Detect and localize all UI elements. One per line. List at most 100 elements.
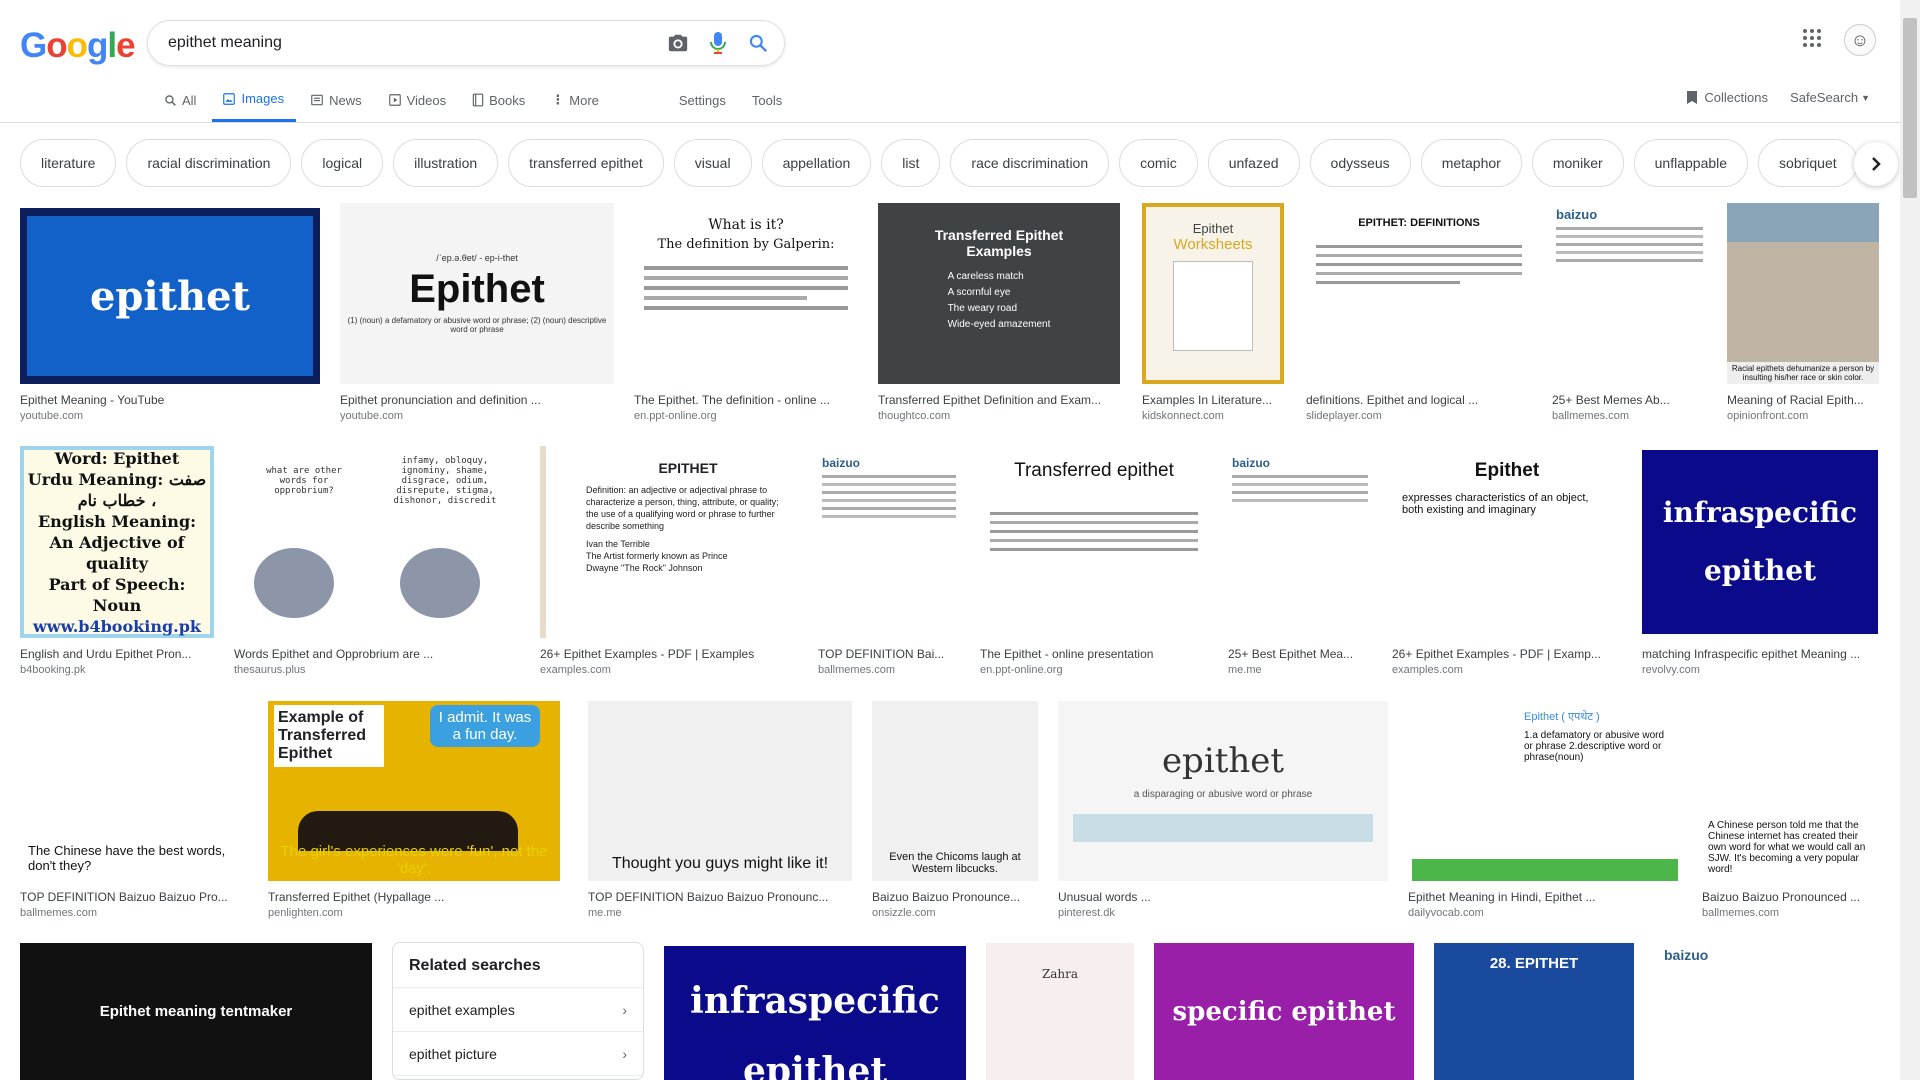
result-source[interactable]: me.me <box>588 907 852 919</box>
chip[interactable]: moniker <box>1531 139 1624 187</box>
image-result[interactable]: what are other words for opprobrium? inf… <box>234 446 520 676</box>
result-thumbnail[interactable]: 28. EPITHET <box>1434 943 1634 1080</box>
result-caption[interactable]: Words Epithet and Opprobrium are ... <box>234 646 520 662</box>
image-result[interactable]: Example of Transferred Epithet I admit. … <box>268 701 560 919</box>
avatar[interactable]: ☺ <box>1844 24 1876 56</box>
result-caption[interactable]: Epithet Meaning - YouTube <box>20 392 320 408</box>
result-caption[interactable]: TOP DEFINITION Bai... <box>818 646 960 662</box>
result-thumbnail[interactable]: Transferred Epithet Examples A careless … <box>878 203 1120 384</box>
result-source[interactable]: thesaurus.plus <box>234 664 520 676</box>
result-caption[interactable]: TOP DEFINITION Baizuo Baizuo Pronounc... <box>588 889 852 905</box>
chip[interactable]: unfazed <box>1207 139 1300 187</box>
image-result[interactable]: infraspecific epithet matching Infraspec… <box>1642 446 1878 676</box>
result-caption[interactable]: English and Urdu Epithet Pron... <box>20 646 214 662</box>
result-thumbnail[interactable]: baizuo <box>818 446 960 638</box>
image-result[interactable]: baizuo <box>1654 943 1878 1080</box>
image-result[interactable]: What is it? The definition by Galperin: … <box>634 203 858 422</box>
settings-link[interactable]: Settings <box>679 90 738 122</box>
result-source[interactable]: youtube.com <box>20 410 320 422</box>
result-thumbnail[interactable]: Racial epithets dehumanize a person by i… <box>1727 203 1879 384</box>
result-thumbnail[interactable]: EPITHET Definition: an adjective or adje… <box>540 446 798 638</box>
image-result[interactable]: Epithet meaning tentmaker <box>20 943 372 1080</box>
result-source[interactable]: ballmemes.com <box>1552 410 1707 422</box>
chip[interactable]: list <box>881 139 941 187</box>
result-caption[interactable]: Epithet pronunciation and definition ... <box>340 392 614 408</box>
result-thumbnail[interactable]: Example of Transferred Epithet I admit. … <box>268 701 560 881</box>
image-result[interactable]: epithet a disparaging or abusive word or… <box>1058 701 1388 919</box>
result-thumbnail[interactable]: specific epithet <box>1154 943 1414 1080</box>
result-source[interactable]: ballmemes.com <box>818 664 960 676</box>
result-source[interactable]: youtube.com <box>340 410 614 422</box>
tab-images[interactable]: Images <box>212 90 297 122</box>
result-source[interactable]: b4booking.pk <box>20 664 214 676</box>
related-search-item[interactable]: epithet picture › <box>393 1032 643 1076</box>
chip[interactable]: racial discrimination <box>126 139 292 187</box>
result-source[interactable]: dailyvocab.com <box>1408 907 1682 919</box>
chip[interactable]: visual <box>673 139 752 187</box>
image-result[interactable]: The Chinese have the best words, don't t… <box>20 701 244 919</box>
tab-more[interactable]: ⋮ More <box>551 90 611 122</box>
result-caption[interactable]: Examples In Literature... <box>1142 392 1284 408</box>
image-result[interactable]: epithet Epithet Meaning - YouTube youtub… <box>20 208 320 422</box>
result-caption[interactable]: matching Infraspecific epithet Meaning .… <box>1642 646 1878 662</box>
chip[interactable]: sobriquet <box>1758 139 1858 187</box>
result-thumbnail[interactable]: baizuo <box>1654 943 1878 1080</box>
result-thumbnail[interactable]: epithet <box>20 208 320 384</box>
image-result[interactable]: Racial epithets dehumanize a person by i… <box>1727 203 1879 422</box>
result-thumbnail[interactable]: EPITHET: DEFINITIONS <box>1306 203 1532 384</box>
image-result[interactable]: Epithet expresses characteristics of an … <box>1392 446 1622 676</box>
result-source[interactable]: examples.com <box>540 664 798 676</box>
result-caption[interactable]: 26+ Epithet Examples - PDF | Examples <box>540 646 798 662</box>
result-caption[interactable]: 26+ Epithet Examples - PDF | Examp... <box>1392 646 1622 662</box>
result-thumbnail[interactable]: epithet a disparaging or abusive word or… <box>1058 701 1388 881</box>
tab-news[interactable]: News <box>310 90 374 122</box>
image-result[interactable]: Epithet ( एपथेट ) 1.a defamatory or abus… <box>1408 701 1682 919</box>
chip[interactable]: appellation <box>761 139 872 187</box>
result-source[interactable]: onsizzle.com <box>872 907 1038 919</box>
result-source[interactable]: pinterest.dk <box>1058 907 1388 919</box>
image-result[interactable]: Even the Chicoms laugh at Western libcuc… <box>872 701 1038 919</box>
result-thumbnail[interactable]: A Chinese person told me that the Chines… <box>1702 701 1878 881</box>
result-caption[interactable]: 25+ Best Memes Ab... <box>1552 392 1707 408</box>
result-source[interactable]: thoughtco.com <box>878 410 1120 422</box>
result-caption[interactable]: Baizuo Baizuo Pronounced ... <box>1702 889 1878 905</box>
result-source[interactable]: revolvy.com <box>1642 664 1878 676</box>
tab-books[interactable]: Books <box>472 90 537 122</box>
result-source[interactable]: ballmemes.com <box>1702 907 1878 919</box>
result-thumbnail[interactable]: baizuo <box>1228 446 1372 638</box>
result-source[interactable]: en.ppt-online.org <box>980 664 1208 676</box>
image-result[interactable]: Transferred epithet The Epithet - online… <box>980 446 1208 676</box>
result-source[interactable]: slideplayer.com <box>1306 410 1532 422</box>
result-source[interactable]: penlighten.com <box>268 907 560 919</box>
chip[interactable]: comic <box>1119 139 1198 187</box>
microphone-icon[interactable] <box>698 23 738 63</box>
result-thumbnail[interactable]: infraspecific epithet <box>1642 446 1878 638</box>
result-thumbnail[interactable]: Epithet expresses characteristics of an … <box>1392 446 1622 638</box>
image-result[interactable]: A Chinese person told me that the Chines… <box>1702 701 1878 919</box>
result-thumbnail[interactable]: Word: Epithet Urdu Meaning: صفت ، خطاب ن… <box>20 446 214 638</box>
result-caption[interactable]: Epithet Meaning in Hindi, Epithet ... <box>1408 889 1682 905</box>
image-result[interactable]: /ˈep.ə.θet/ - ep-i-thet Epithet (1) (nou… <box>340 203 614 422</box>
camera-icon[interactable] <box>658 23 698 63</box>
result-thumbnail[interactable]: Thought you guys might like it! <box>588 701 852 881</box>
result-thumbnail[interactable]: The Chinese have the best words, don't t… <box>20 701 244 881</box>
image-result[interactable]: Epithet Worksheets Examples In Literatur… <box>1142 203 1284 422</box>
scrollbar[interactable] <box>1900 0 1920 1080</box>
result-thumbnail[interactable]: infraspecific epithet <box>664 946 966 1080</box>
result-caption[interactable]: The Epithet - online presentation <box>980 646 1208 662</box>
result-thumbnail[interactable]: What is it? The definition by Galperin: <box>634 203 858 384</box>
image-result[interactable]: infraspecific epithet <box>664 946 966 1080</box>
result-thumbnail[interactable]: Transferred epithet <box>980 446 1208 638</box>
image-result[interactable]: specific epithet <box>1154 943 1414 1080</box>
related-search-item[interactable]: epithet examples › <box>393 988 643 1032</box>
chip[interactable]: metaphor <box>1420 139 1522 187</box>
image-result[interactable]: Zahra <box>986 943 1134 1080</box>
result-caption[interactable]: Transferred Epithet Definition and Exam.… <box>878 392 1120 408</box>
result-caption[interactable]: Unusual words ... <box>1058 889 1388 905</box>
google-logo[interactable]: Google <box>20 26 136 66</box>
tools-link[interactable]: Tools <box>752 90 794 122</box>
result-source[interactable]: opinionfront.com <box>1727 410 1879 422</box>
result-thumbnail[interactable]: baizuo <box>1552 203 1707 384</box>
chips-next-button[interactable] <box>1854 142 1898 186</box>
result-source[interactable]: en.ppt-online.org <box>634 410 858 422</box>
